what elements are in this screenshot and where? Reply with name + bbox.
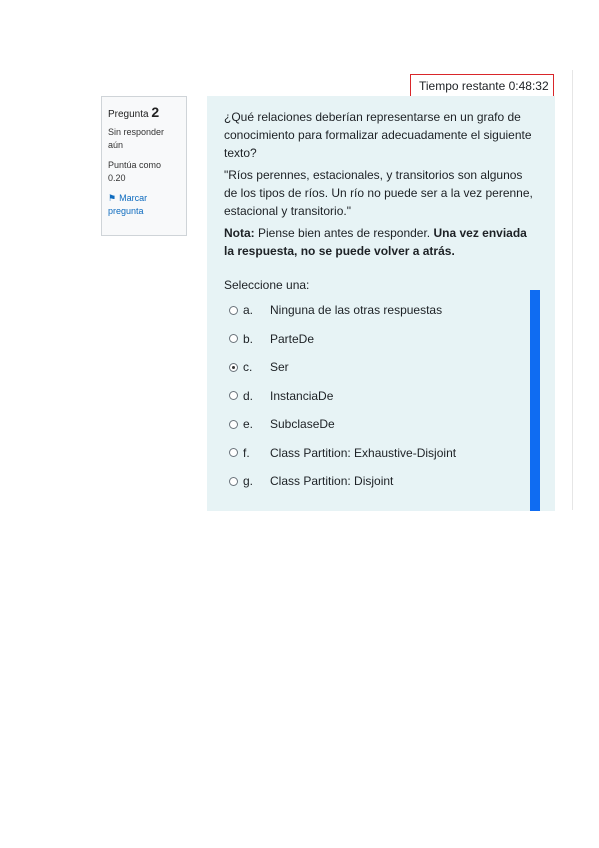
radio-button[interactable]: [229, 476, 238, 486]
quiz-page: Tiempo restante 0:48:32 Pregunta 2 Sin r…: [0, 0, 599, 848]
flag-question-link[interactable]: ⚑ Marcar pregunta: [108, 192, 180, 218]
option-label: Class Partition: Disjoint: [270, 474, 394, 489]
question-content: ¿Qué relaciones deberían representarse e…: [207, 96, 555, 511]
answer-option-a[interactable]: a. Ninguna de las otras respuestas: [229, 296, 537, 325]
option-letter: g.: [243, 474, 254, 489]
note-label: Nota:: [224, 226, 255, 240]
radio-button[interactable]: [229, 419, 238, 429]
radio-button[interactable]: [229, 448, 238, 458]
question-info-panel: Pregunta 2 Sin responder aún Puntúa como…: [101, 96, 187, 236]
option-label: InstanciaDe: [270, 388, 334, 403]
option-label: Ninguna de las otras respuestas: [270, 303, 443, 318]
question-quote: "Ríos perennes, estacionales, y transito…: [224, 168, 533, 218]
answer-option-b[interactable]: b. ParteDe: [229, 325, 537, 354]
question-number-value: 2: [151, 104, 160, 120]
answer-option-c[interactable]: c. Ser: [229, 353, 537, 382]
radio-button[interactable]: [229, 334, 238, 344]
answer-option-g[interactable]: g. Class Partition: Disjoint: [229, 467, 537, 496]
option-label: SubclaseDe: [270, 417, 335, 432]
question-number: Pregunta 2: [108, 104, 180, 120]
answer-prompt: Seleccione una:: [224, 278, 310, 292]
page-divider: [572, 70, 573, 510]
option-label: Class Partition: Exhaustive-Disjoint: [270, 445, 457, 460]
option-letter: d.: [243, 388, 254, 403]
option-letter: f.: [243, 445, 250, 460]
note-text: Piense bien antes de responder.: [254, 226, 434, 240]
option-label: Ser: [270, 360, 289, 375]
question-grade: Puntúa como 0.20: [108, 160, 162, 183]
question-state: Sin responder aún: [108, 127, 165, 150]
scrollbar-thumb[interactable]: [530, 290, 540, 511]
answer-option-e[interactable]: e. SubclaseDe: [229, 410, 537, 439]
answer-option-f[interactable]: f. Class Partition: Exhaustive-Disjoint: [229, 439, 537, 468]
option-letter: a.: [243, 303, 254, 318]
question-note: Nota: Piense bien antes de responder. Un…: [224, 224, 537, 260]
option-letter: c.: [243, 360, 253, 375]
question-prefix: Pregunta: [108, 109, 149, 120]
option-letter: e.: [243, 417, 254, 432]
option-letter: b.: [243, 331, 254, 346]
radio-button[interactable]: [229, 305, 238, 315]
question-text: ¿Qué relaciones deberían representarse e…: [224, 110, 532, 160]
flag-icon: ⚑: [108, 193, 117, 203]
radio-button-selected[interactable]: [229, 362, 238, 372]
radio-button[interactable]: [229, 391, 238, 401]
option-label: ParteDe: [270, 331, 315, 346]
answer-options: a. Ninguna de las otras respuestas b. Part…: [224, 296, 537, 496]
answer-option-d[interactable]: d. InstanciaDe: [229, 382, 537, 411]
